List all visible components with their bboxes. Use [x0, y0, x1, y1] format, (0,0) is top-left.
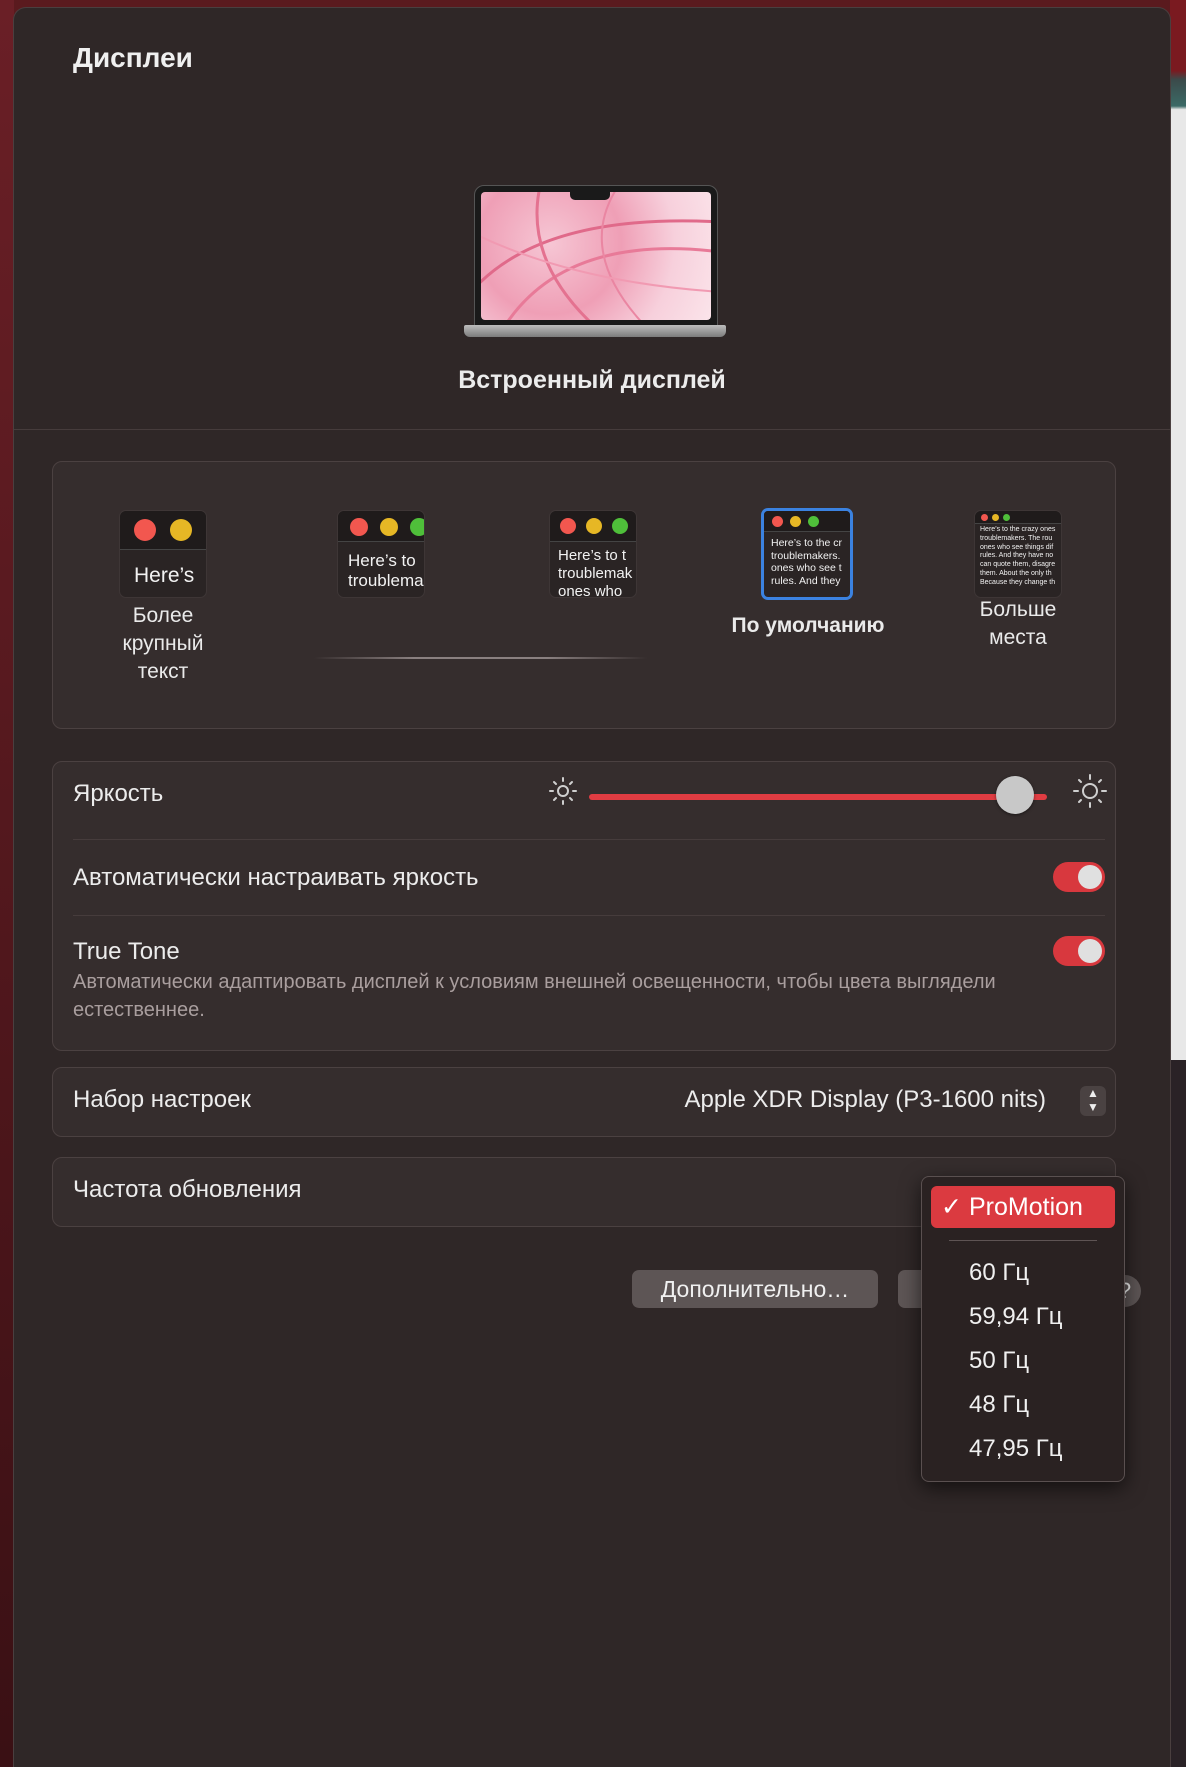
minimize-dot-icon [586, 518, 602, 534]
sun-large-icon [1072, 773, 1108, 814]
resolution-thumb: Here’s to the cr troublemakers. ones who… [761, 508, 853, 600]
menu-item-label: ProMotion [969, 1193, 1083, 1221]
minimize-dot-icon [790, 516, 801, 527]
auto-brightness-toggle[interactable] [1053, 862, 1105, 892]
zoom-dot-icon [410, 518, 424, 536]
thumb-text: Here’s to t troublemak ones who [558, 547, 633, 598]
row-divider [73, 839, 1105, 840]
auto-brightness-label: Автоматически настраивать яркость [73, 864, 479, 891]
close-dot-icon [134, 519, 156, 541]
desktop-background-left [0, 0, 14, 1767]
menu-item-47-95hz[interactable]: 47,95 Гц [969, 1435, 1062, 1463]
laptop-display-image[interactable] [464, 185, 726, 345]
displays-settings-window: Дисплеи Встроенный дисплей Here’s Более … [14, 8, 1170, 1767]
menu-item-50hz[interactable]: 50 Гц [969, 1347, 1029, 1375]
close-dot-icon [772, 516, 783, 527]
laptop-base [464, 325, 726, 337]
preset-popup-chevron-icon[interactable]: ▲ ▼ [1080, 1086, 1106, 1116]
minimize-dot-icon [992, 514, 999, 521]
zoom-dot-icon [808, 516, 819, 527]
advanced-button[interactable]: Дополнительно… [632, 1270, 878, 1308]
zoom-dot-icon [1003, 514, 1010, 521]
resolution-thumb: Here’s [119, 510, 207, 598]
display-hero: Дисплеи Встроенный дисплей [14, 8, 1170, 430]
close-dot-icon [560, 518, 576, 534]
laptop-wallpaper [481, 192, 711, 320]
resolution-label: Больше места [979, 598, 1057, 649]
menu-separator [949, 1240, 1097, 1241]
minimize-dot-icon [170, 519, 192, 541]
thumb-text: Here’s to the cr troublemakers. ones who… [771, 537, 843, 587]
row-divider [73, 915, 1105, 916]
resolution-label: По умолчанию [731, 614, 885, 637]
thumb-text: Here’s [134, 564, 195, 587]
resolution-thumb: Here’s to troublema [337, 510, 425, 598]
menu-item-59-94hz[interactable]: 59,94 Гц [969, 1303, 1062, 1331]
preset-label: Набор настроек [73, 1086, 251, 1113]
thumb-titlebar [120, 511, 206, 550]
resolution-label: Более крупный текст [122, 604, 204, 683]
refresh-rate-menu: ✓ ProMotion 60 Гц 59,94 Гц 50 Гц 48 Гц 4… [921, 1176, 1125, 1482]
laptop-lid [474, 185, 718, 327]
menu-item-promotion[interactable]: ✓ ProMotion [931, 1186, 1115, 1228]
resolution-thumb: Here’s to the crazy ones troublemakers. … [974, 510, 1062, 598]
toggle-knob [1078, 865, 1102, 889]
true-tone-description: Автоматически адаптировать дисплей к усл… [73, 971, 996, 1021]
thumb-text: Here’s to troublema [348, 551, 424, 591]
true-tone-label: True Tone [73, 938, 180, 965]
menu-item-48hz[interactable]: 48 Гц [969, 1391, 1029, 1419]
wallpaper-art [481, 192, 711, 320]
brightness-slider-track[interactable] [589, 794, 1047, 800]
desktop-background-right [1170, 0, 1186, 1767]
resolution-card: Here’s Более крупный текст Here’s to tro… [52, 461, 1116, 729]
display-name: Встроенный дисплей [458, 366, 726, 394]
resolution-thumb: Here’s to t troublemak ones who [549, 510, 637, 598]
preset-popup-value[interactable]: Apple XDR Display (P3-1600 nits) [685, 1086, 1047, 1114]
resolution-divider-line [314, 657, 647, 659]
brightness-slider-knob[interactable] [995, 776, 1034, 814]
close-dot-icon [981, 514, 988, 521]
thumb-text: Here’s to the crazy ones troublemakers. … [980, 526, 1056, 586]
close-dot-icon [350, 518, 368, 536]
true-tone-toggle[interactable] [1053, 936, 1105, 966]
minimize-dot-icon [380, 518, 398, 536]
camera-notch [570, 192, 610, 200]
page-title: Дисплеи [73, 42, 193, 73]
menu-item-60hz[interactable]: 60 Гц [969, 1259, 1029, 1287]
zoom-dot-icon [612, 518, 628, 534]
toggle-knob [1078, 939, 1102, 963]
brightness-label: Яркость [73, 780, 164, 807]
sun-small-icon [548, 776, 578, 811]
refresh-rate-label: Частота обновления [73, 1176, 302, 1203]
checkmark-icon: ✓ [941, 1193, 962, 1221]
